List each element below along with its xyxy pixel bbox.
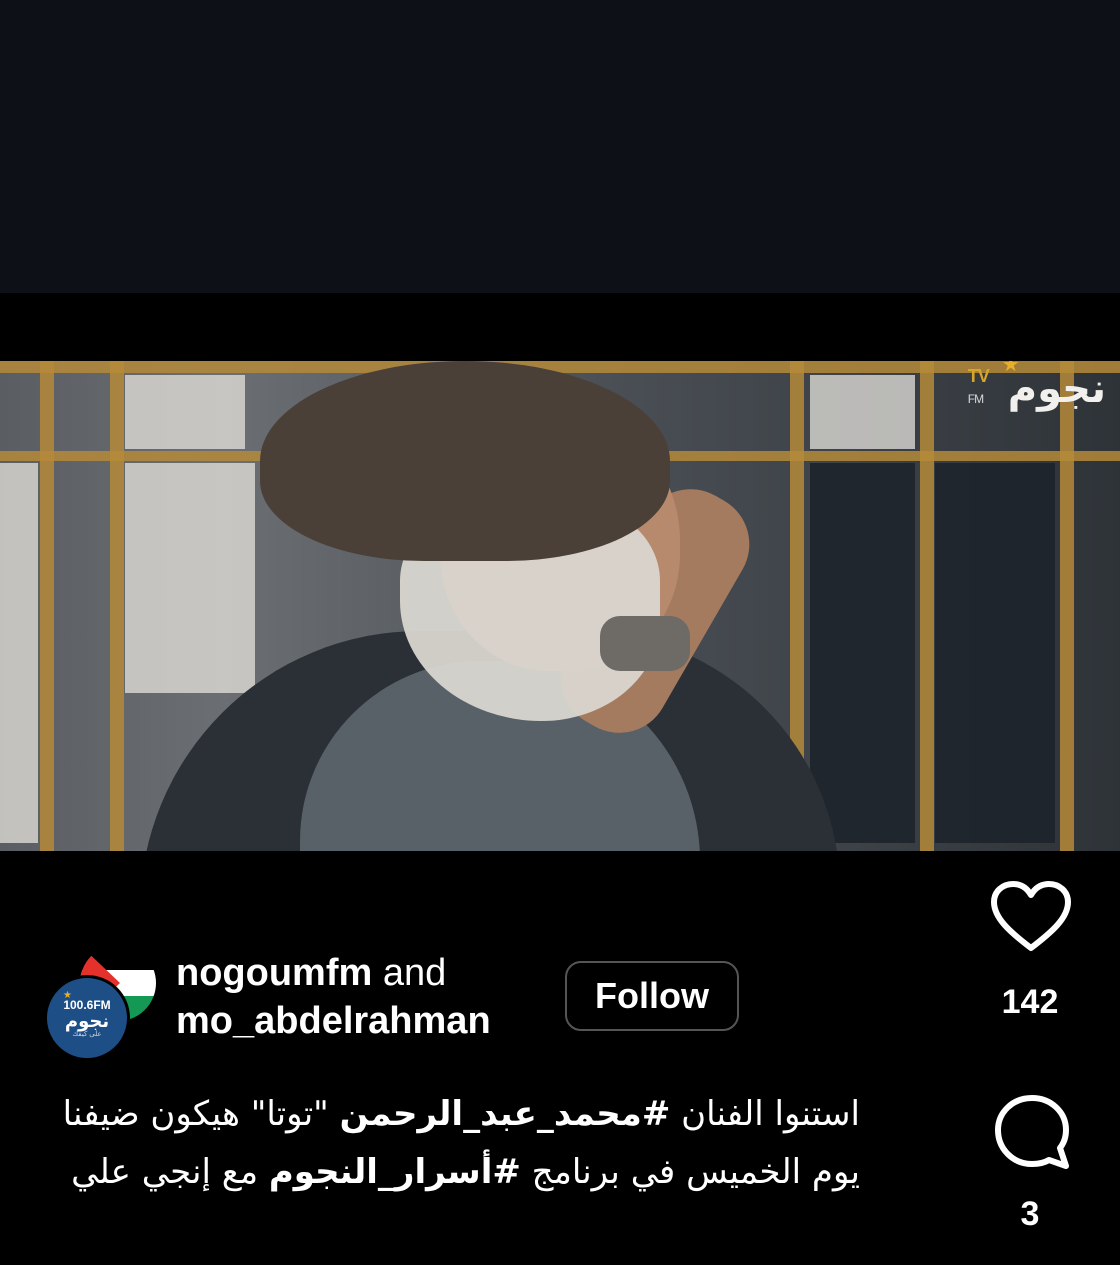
channel-watermark: ★ TV FM نجوم	[968, 361, 1107, 412]
watermark-fm-label: FM	[967, 392, 984, 406]
avatar-tagline: على كيفك	[72, 1031, 102, 1038]
window-frame	[1060, 361, 1074, 851]
window-frame	[40, 361, 54, 851]
video-frame: ★ TV FM نجوم	[0, 361, 1120, 851]
avatar-brand: نجوم	[64, 1011, 110, 1031]
caption-hashtag[interactable]: #أسرار_النجوم	[269, 1152, 521, 1192]
window-frame	[110, 361, 124, 851]
window-frame	[0, 361, 1120, 373]
author-secondary-link[interactable]: mo_abdelrahman	[176, 1000, 491, 1042]
comment-bubble-icon[interactable]	[994, 1094, 1070, 1170]
post-info-panel: ★ 100.6FM نجوم على كيفك nogoumfm and mo_…	[0, 925, 1120, 1265]
follow-button[interactable]: Follow	[565, 961, 739, 1031]
watermark-tv-label: TV	[967, 366, 990, 386]
like-count[interactable]: 142	[980, 983, 1080, 1022]
heart-outline-icon[interactable]	[990, 880, 1072, 952]
caption-text: مع إنجي علي	[71, 1152, 269, 1192]
window-pane	[810, 375, 915, 449]
window-pane	[125, 463, 255, 693]
window-pane	[810, 463, 915, 843]
window-pane	[935, 463, 1055, 843]
avatar-primary[interactable]: ★ 100.6FM نجوم على كيفك	[44, 975, 130, 1061]
post-caption: استنوا الفنان #محمد_عبد_الرحمن "توتا" هي…	[40, 1085, 860, 1201]
author-primary-link[interactable]: nogoumfm	[176, 952, 372, 994]
video-player[interactable]: ★ TV FM نجوم	[0, 293, 1120, 925]
caption-text: استنوا الفنان	[670, 1094, 860, 1134]
caption-hashtag[interactable]: #محمد_عبد_الرحمن	[340, 1094, 671, 1134]
avatar-frequency: 100.6FM	[63, 998, 111, 1012]
author-conjunction: and	[382, 952, 447, 994]
top-empty-area	[0, 0, 1120, 293]
watermark-brand-text: نجوم	[1007, 367, 1107, 411]
author-avatars[interactable]: ★ 100.6FM نجوم على كيفك	[44, 943, 158, 1061]
author-names: nogoumfm and mo_abdelrahman	[176, 949, 491, 1045]
star-icon: ★	[63, 990, 72, 1001]
window-pane	[0, 463, 38, 843]
comment-count[interactable]: 3	[980, 1195, 1080, 1234]
window-pane	[125, 375, 245, 449]
star-icon: ★	[1001, 361, 1020, 376]
person-watch	[600, 616, 690, 671]
person-hat	[260, 361, 670, 561]
window-frame	[920, 361, 934, 851]
